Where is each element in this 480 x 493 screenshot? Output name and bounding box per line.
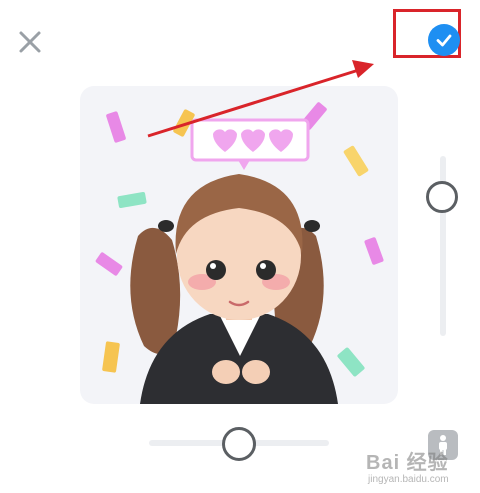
watermark: Bai 经验 jingyan.baidu.com [366,446,476,488]
horizontal-slider-thumb[interactable] [222,427,256,461]
close-icon [19,31,41,53]
avatar-sticker [95,102,384,404]
checkmark-icon [436,34,452,47]
close-button[interactable] [14,26,46,58]
sticker-preview [80,86,398,404]
watermark-sub: jingyan.baidu.com [368,474,449,485]
confirm-button[interactable] [428,24,460,56]
vertical-slider-thumb[interactable] [426,181,458,213]
watermark-main: Bai 经验 [366,452,449,474]
